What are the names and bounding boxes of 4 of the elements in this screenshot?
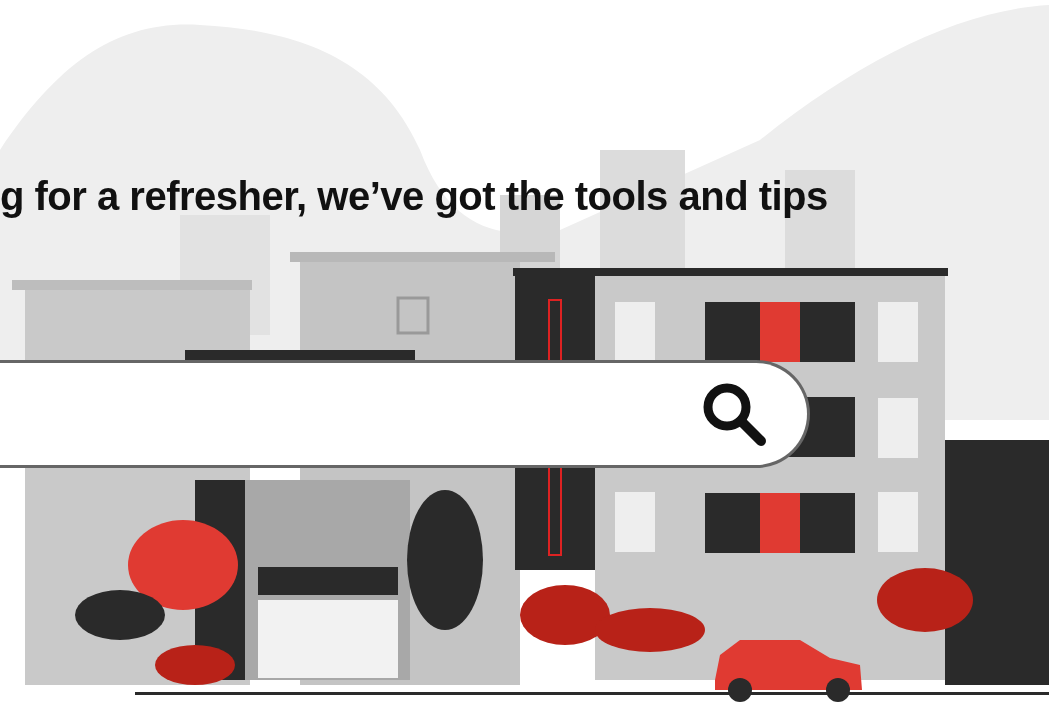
search-icon <box>701 381 767 447</box>
search-button[interactable] <box>701 381 767 447</box>
heading: g for a refresher, we’ve got the tools and tips <box>0 173 829 219</box>
search-field[interactable] <box>0 360 810 468</box>
